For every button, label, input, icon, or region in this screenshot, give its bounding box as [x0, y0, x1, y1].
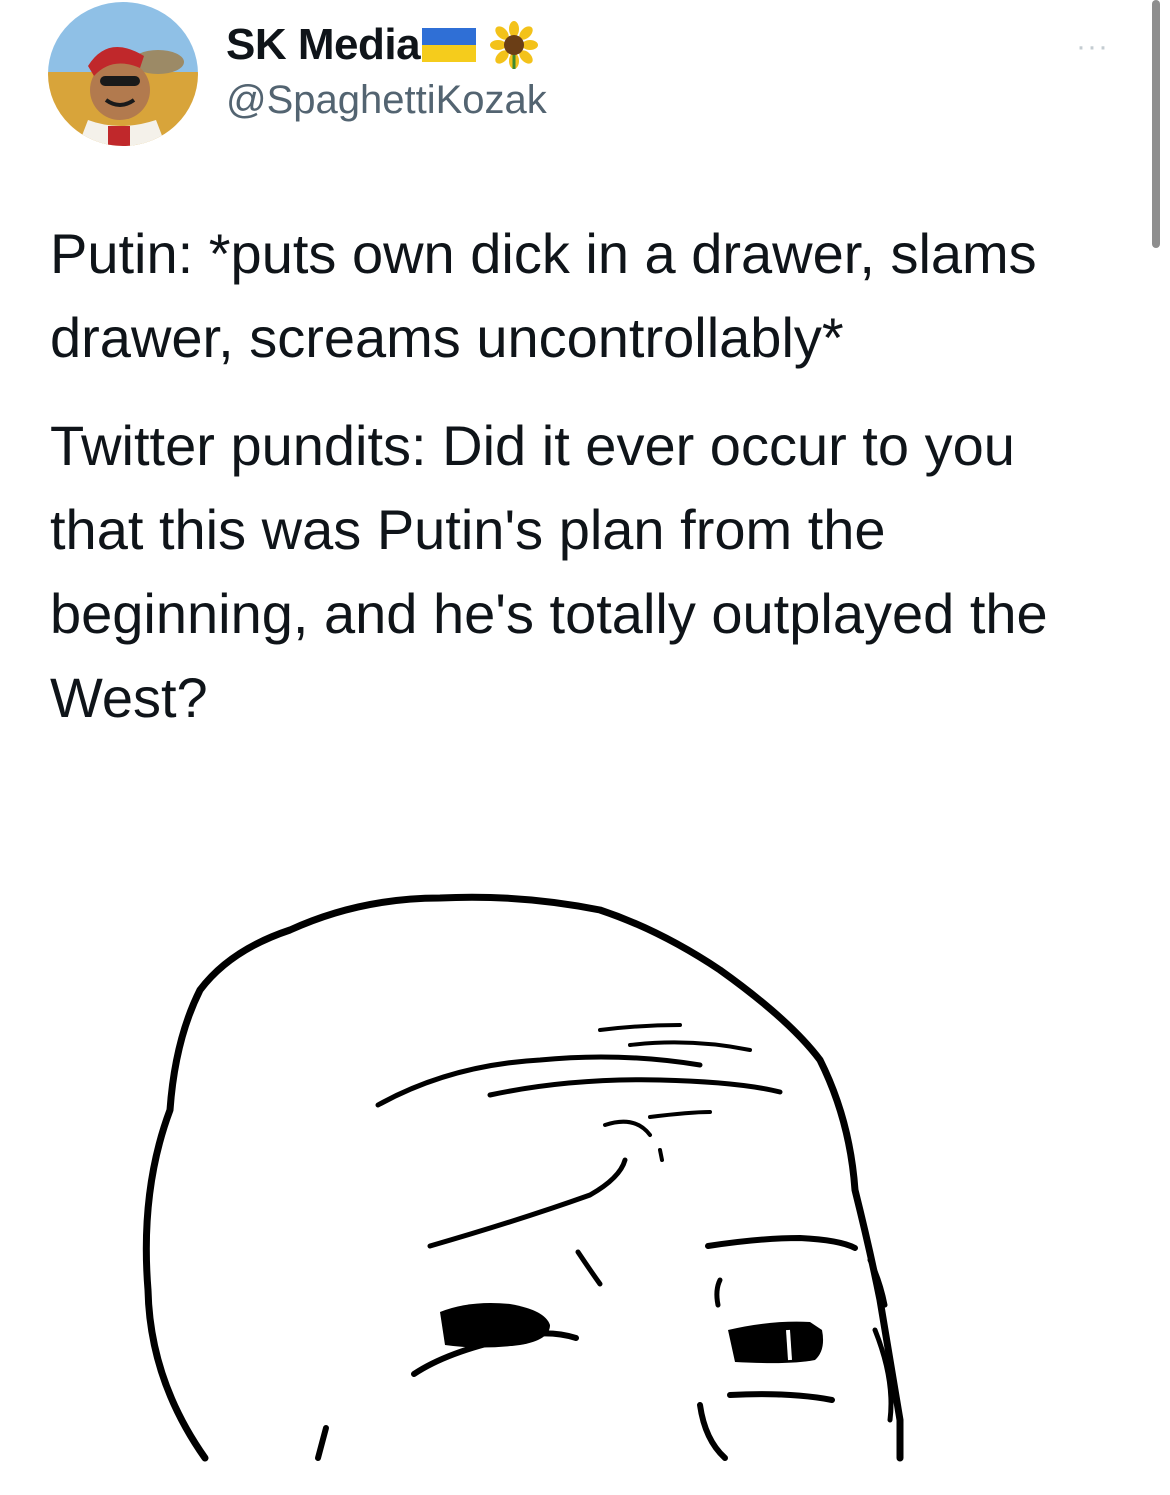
sunflower-icon	[490, 21, 539, 69]
tweet-media-image[interactable]	[0, 860, 1170, 1490]
ukraine-flag-icon	[422, 28, 477, 62]
tweet-text: Putin: *puts own dick in a drawer, slams…	[50, 212, 1090, 740]
tweet-author: SK Media @SpaghettiKozak	[226, 14, 547, 123]
display-name[interactable]: SK Media	[226, 20, 421, 70]
tweet-paragraph: Twitter pundits: Did it ever occur to yo…	[50, 414, 1048, 729]
scrollbar[interactable]	[1152, 0, 1160, 248]
tweet-paragraph: Putin: *puts own dick in a drawer, slams…	[50, 222, 1037, 369]
handle[interactable]: @SpaghettiKozak	[226, 78, 547, 123]
display-name-row: SK Media	[226, 14, 547, 76]
wojak-face-drawing	[142, 893, 904, 1462]
more-options-button[interactable]: ···	[1076, 32, 1109, 62]
avatar[interactable]	[48, 2, 198, 146]
